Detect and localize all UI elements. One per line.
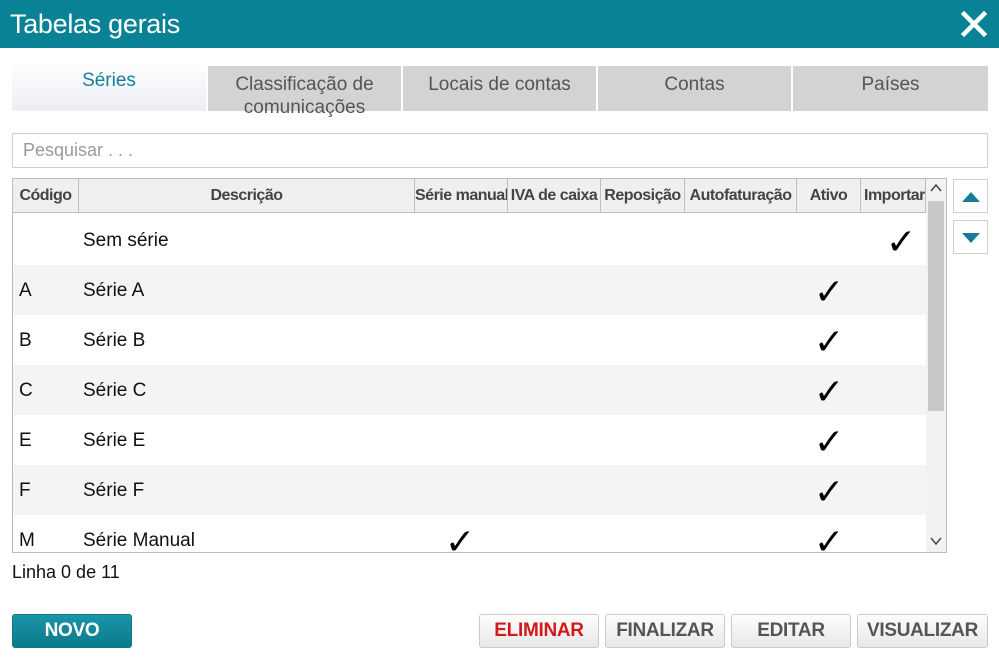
table-row[interactable]: A Série A ✓ [13, 265, 926, 315]
row-status: Linha 0 de 11 [12, 562, 120, 582]
check-icon: ✓ [814, 272, 845, 313]
check-icon: ✓ [445, 522, 476, 553]
column-header-codigo[interactable]: Código [13, 179, 79, 213]
column-header-serie-manual[interactable]: Série manual [415, 179, 508, 213]
vertical-scrollbar[interactable] [926, 179, 946, 552]
check-icon: ✓ [886, 222, 917, 263]
tab-classificacao-comunicacoes[interactable]: Classificação de comunicações [208, 66, 401, 118]
tab-contas-label: Contas [664, 74, 725, 95]
tab-series-label: Séries [82, 70, 136, 91]
visualizar-button[interactable]: VISUALIZAR [857, 614, 988, 648]
column-header-descricao[interactable]: Descrição [79, 179, 415, 213]
window-title: Tabelas gerais [10, 9, 180, 39]
tab-paises[interactable]: Países [793, 66, 988, 111]
cell-descricao: Série Manual [83, 530, 195, 551]
tab-locais-label: Locais de contas [428, 74, 571, 95]
cell-descricao: Sem série [83, 230, 169, 251]
cell-codigo: F [19, 480, 31, 501]
table-row[interactable]: M Série Manual ✓ ✓ [13, 515, 926, 553]
table-row[interactable]: F Série F ✓ [13, 465, 926, 515]
search-input[interactable] [12, 133, 988, 168]
tab-series[interactable]: Séries [12, 62, 206, 111]
cell-descricao: Série C [83, 380, 147, 401]
move-down-button[interactable] [953, 220, 988, 254]
table-row[interactable]: E Série E ✓ [13, 415, 926, 465]
cell-codigo: A [19, 280, 32, 301]
tab-classificacao-label-2: comunicações [243, 97, 366, 118]
scroll-up-icon[interactable] [930, 182, 942, 196]
scroll-down-icon[interactable] [930, 535, 942, 549]
check-icon: ✓ [814, 372, 845, 413]
tab-locais-de-contas[interactable]: Locais de contas [403, 66, 596, 111]
tab-contas[interactable]: Contas [598, 66, 791, 111]
scrollbar-thumb[interactable] [928, 201, 944, 411]
table-row[interactable]: B Série B ✓ [13, 315, 926, 365]
column-header-reposicao[interactable]: Reposição [601, 179, 685, 213]
cell-codigo: E [19, 430, 32, 451]
cell-descricao: Série B [83, 330, 146, 351]
tab-classificacao-label-1: Classificação de [235, 74, 374, 95]
tab-paises-label: Países [861, 74, 920, 95]
eliminar-button[interactable]: ELIMINAR [479, 614, 599, 648]
title-bar: Tabelas gerais [0, 0, 999, 48]
check-icon: ✓ [814, 522, 845, 553]
cell-descricao: Série A [83, 280, 145, 301]
table-row[interactable]: C Série C ✓ [13, 365, 926, 415]
finalizar-button[interactable]: FINALIZAR [605, 614, 725, 648]
move-up-button[interactable] [953, 179, 988, 213]
check-icon: ✓ [814, 472, 845, 513]
table-row[interactable]: Sem série ✓ [13, 215, 926, 265]
check-icon: ✓ [814, 422, 845, 463]
editar-button[interactable]: EDITAR [731, 614, 851, 648]
cell-codigo: B [19, 330, 32, 351]
column-header-importar[interactable]: Importar [861, 179, 926, 213]
check-icon: ✓ [814, 322, 845, 363]
column-header-iva-de-caixa[interactable]: IVA de caixa [508, 179, 601, 213]
column-header-autofaturacao[interactable]: Autofaturação [685, 179, 797, 213]
close-icon[interactable] [959, 9, 989, 39]
cell-descricao: Série E [83, 430, 146, 451]
cell-codigo: M [19, 530, 35, 551]
cell-codigo: C [19, 380, 33, 401]
column-header-ativo[interactable]: Ativo [797, 179, 861, 213]
novo-button[interactable]: NOVO [12, 614, 132, 648]
cell-descricao: Série F [83, 480, 145, 501]
series-table: Código Descrição Série manual IVA de cai… [12, 178, 947, 553]
